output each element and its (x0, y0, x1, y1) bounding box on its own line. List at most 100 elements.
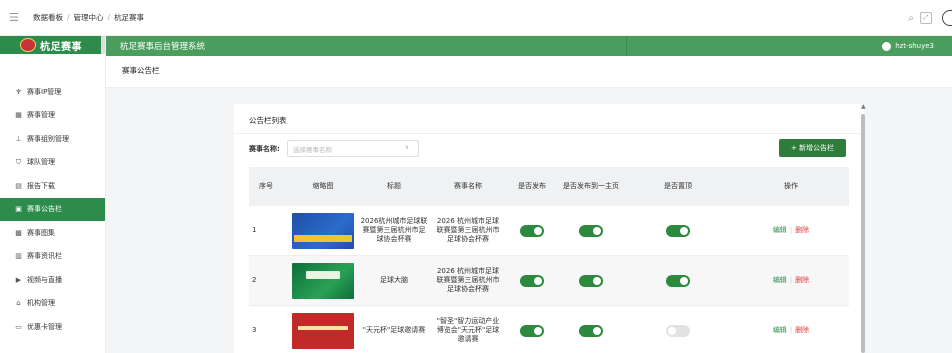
sidebar-item-label: 球队管理 (27, 158, 55, 167)
event-name-cell: 2026 杭州城市足球联赛暨第三届杭州市足球协会杯赛 (436, 266, 500, 294)
pinned-toggle[interactable] (666, 324, 690, 337)
menu-icon[interactable]: ☰ (9, 11, 19, 24)
sidebar-item-video[interactable]: ▶ 视频与直播 (0, 268, 105, 292)
logo-badge-icon (20, 38, 36, 52)
thumbnail-image[interactable] (292, 262, 354, 299)
column-header: 序号 (259, 182, 273, 191)
sidebar-item-report-download[interactable]: ▤ 报告下载 (0, 174, 105, 198)
report-icon: ▤ (15, 181, 22, 190)
event-name-select[interactable]: 选择赛事名称 ∨ (287, 140, 419, 157)
thumbnail-cell (289, 312, 357, 349)
homepage-toggle[interactable] (579, 274, 603, 287)
shield-icon: ⛉ (15, 157, 22, 166)
bulletin-list-card: 公告栏列表 赛事名称: 选择赛事名称 ∨ + 新增公告栏 序号 缩略图 标题 赛… (234, 104, 864, 353)
table-header: 序号 缩略图 标题 赛事名称 是否发布 是否发布到一主页 是否置顶 操作 (249, 167, 849, 206)
fullscreen-icon[interactable]: ⤢ (920, 12, 932, 24)
published-toggle[interactable] (520, 324, 544, 337)
bulletin-table: 序号 缩略图 标题 赛事名称 是否发布 是否发布到一主页 是否置顶 操作 1 2… (249, 167, 849, 353)
divider (234, 133, 864, 134)
actions-cell: 编辑 | 删除 (733, 226, 849, 235)
page-header: 赛事公告栏 (106, 56, 952, 88)
column-header: 是否发布到一主页 (563, 182, 619, 191)
column-header: 缩略图 (312, 182, 334, 191)
news-icon: ▥ (15, 252, 22, 261)
sidebar-item-label: 赛事公告栏 (27, 205, 62, 214)
username: hzt-shuye3 (895, 42, 934, 50)
card-icon: ▭ (15, 322, 22, 331)
breadcrumb-item[interactable]: 管理中心 (74, 12, 104, 23)
column-header: 操作 (784, 182, 798, 191)
title-cell: "天元杯"足球邀请赛 (362, 325, 426, 334)
breadcrumb-separator: / (107, 13, 111, 22)
user-menu[interactable]: hzt-shuye3 (882, 41, 934, 51)
thumbnail-image[interactable] (292, 312, 354, 349)
pinned-cell (623, 224, 733, 237)
board-icon: ▦ (15, 111, 22, 120)
edit-link[interactable]: 编辑 (773, 276, 787, 285)
sidebar-item-news[interactable]: ▥ 赛事资讯栏 (0, 245, 105, 269)
published-toggle[interactable] (520, 224, 544, 237)
logo: 杭足赛事 (0, 36, 105, 54)
sidebar-item-label: 优惠卡管理 (27, 322, 62, 331)
title-cell: 2026杭州城市足球联赛暨第三届杭州市足球协会杯赛 (360, 216, 428, 244)
homepage-toggle[interactable] (579, 224, 603, 237)
column-header: 赛事名称 (454, 182, 482, 191)
title-cell: 足球大脑 (380, 275, 408, 284)
sidebar-item-event-management[interactable]: ▦ 赛事管理 (0, 104, 105, 128)
breadcrumb-separator: / (67, 13, 70, 22)
actions-cell: 编辑 | 删除 (733, 276, 849, 285)
delete-link[interactable]: 删除 (795, 326, 809, 335)
pinned-cell (623, 274, 733, 287)
avatar[interactable] (942, 10, 952, 26)
scroll-up-icon[interactable]: ▲ (861, 104, 866, 110)
sidebar-item-label: 赛事IP管理 (27, 87, 62, 96)
homepage-cell (559, 274, 623, 287)
sidebar-item-ip-management[interactable]: ♆ 赛事IP管理 (0, 80, 105, 104)
header-divider (626, 36, 627, 56)
sidebar-item-label: 机构管理 (27, 299, 55, 308)
row-number: 1 (252, 225, 257, 234)
filter-label: 赛事名称: (249, 145, 280, 153)
breadcrumb: 数据看板 / 管理中心 / 杭足赛事 (33, 12, 144, 23)
add-bulletin-button[interactable]: + 新增公告栏 (779, 139, 846, 157)
sidebar-item-institution[interactable]: ⌂ 机构管理 (0, 292, 105, 316)
page-title: 赛事公告栏 (122, 66, 160, 75)
breadcrumb-item[interactable]: 数据看板 (33, 12, 63, 23)
thumbnail-image[interactable] (292, 212, 354, 249)
sidebar-item-bulletin[interactable]: ▣ 赛事公告栏 (0, 197, 105, 221)
homepage-toggle[interactable] (579, 324, 603, 337)
published-cell (505, 224, 559, 237)
homepage-cell (559, 324, 623, 337)
breadcrumb-item[interactable]: 杭足赛事 (114, 12, 144, 23)
search-icon[interactable]: ⌕ (908, 13, 914, 24)
edit-link[interactable]: 编辑 (773, 326, 787, 335)
sidebar-item-group-management[interactable]: ⊥ 赛事组别管理 (0, 127, 105, 151)
sidebar-item-team-management[interactable]: ⛉ 球队管理 (0, 151, 105, 175)
sidebar-item-gallery[interactable]: ▩ 赛事图集 (0, 221, 105, 245)
content-scrollbar[interactable]: ▲ (860, 104, 866, 353)
pinned-toggle[interactable] (666, 274, 690, 287)
pinned-toggle[interactable] (666, 224, 690, 237)
sidebar-item-label: 赛事管理 (27, 111, 55, 120)
column-header: 标题 (387, 182, 401, 191)
chevron-down-icon: ∨ (404, 144, 409, 151)
sidebar-item-label: 报告下载 (27, 181, 55, 190)
column-header: 是否置顶 (664, 182, 692, 191)
pinned-cell (623, 324, 733, 337)
sidebar-item-discount-card[interactable]: ▭ 优惠卡管理 (0, 315, 105, 339)
sidebar-scrollbar[interactable] (101, 36, 105, 54)
published-toggle[interactable] (520, 274, 544, 287)
delete-link[interactable]: 删除 (795, 226, 809, 235)
system-title: 杭足赛事后台管理系统 (120, 42, 206, 52)
event-name-cell: "智圣"智力运动产业博览会"天元杯"足球邀请赛 (436, 316, 500, 344)
table-row: 1 2026杭州城市足球联赛暨第三届杭州市足球协会杯赛 2026 杭州城市足球联… (249, 206, 849, 256)
edit-link[interactable]: 编辑 (773, 226, 787, 235)
sidebar: 杭足赛事 ♆ 赛事IP管理 ▦ 赛事管理 ⊥ 赛事组别管理 ⛉ 球队管理 ▤ 报告下载 ▣… (0, 36, 106, 353)
delete-link[interactable]: 删除 (795, 276, 809, 285)
select-placeholder: 选择赛事名称 (293, 145, 332, 154)
sidebar-item-label: 赛事资讯栏 (27, 252, 62, 261)
image-icon: ▩ (15, 228, 22, 237)
card-title: 公告栏列表 (249, 116, 287, 125)
scrollbar-thumb[interactable] (861, 114, 865, 353)
thumbnail-cell (289, 262, 357, 299)
